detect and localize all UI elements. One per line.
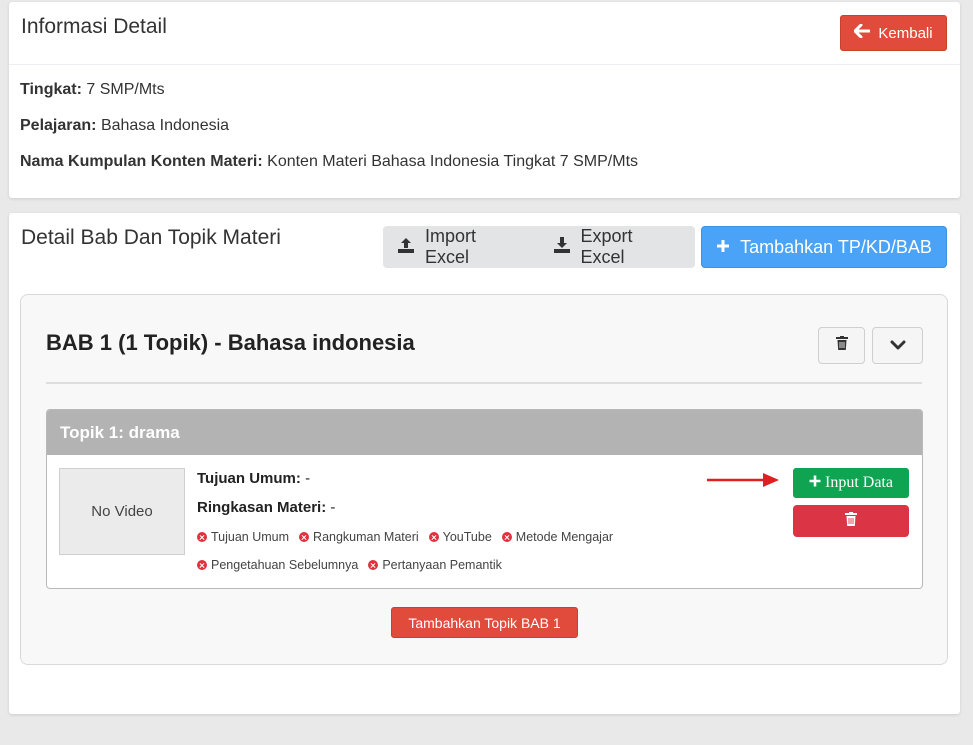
status-tag: Pertanyaan Pemantik — [368, 558, 502, 572]
arrow-left-icon — [853, 23, 871, 42]
status-tag: Pengetahuan Sebelumnya — [197, 558, 358, 572]
trash-icon — [835, 336, 848, 355]
bab-divider — [46, 382, 922, 384]
import-excel-label: Import Excel — [425, 226, 477, 267]
ringkasan-materi-value: - — [330, 499, 336, 516]
delete-bab-button[interactable] — [818, 327, 865, 364]
ringkasan-materi: Ringkasan Materi: - — [197, 499, 335, 516]
input-data-label: Input Data — [825, 474, 893, 491]
x-circle-icon — [197, 532, 207, 542]
info-card-title: Informasi Detail — [21, 15, 167, 38]
delete-topik-button[interactable] — [793, 505, 909, 537]
status-tag-label: Pertanyaan Pemantik — [382, 558, 502, 572]
status-tag: Metode Mengajar — [501, 530, 614, 544]
ringkasan-materi-label: Ringkasan Materi: — [197, 499, 327, 516]
back-button[interactable]: Kembali — [840, 15, 947, 51]
download-icon — [553, 236, 571, 259]
detail-card-title: Detail Bab Dan Topik Materi — [21, 226, 281, 249]
plus-icon — [809, 474, 821, 492]
chevron-down-icon — [890, 337, 906, 355]
info-tingkat: Tingkat: 7 SMP/Mts — [20, 81, 165, 99]
tujuan-umum-label: Tujuan Umum: — [197, 470, 301, 487]
status-tag-label: Tujuan Umum — [211, 530, 290, 544]
info-pelajaran: Pelajaran: Bahasa Indonesia — [20, 117, 229, 135]
status-tag-label: Metode Mengajar — [515, 530, 614, 544]
status-tag: YouTube — [428, 530, 492, 544]
add-topik-button[interactable]: Tambahkan Topik BAB 1 — [391, 607, 578, 638]
x-circle-icon — [428, 532, 439, 542]
bab-title: BAB 1 (1 Topik) - Bahasa indonesia — [46, 330, 415, 355]
collapse-bab-button[interactable] — [872, 327, 923, 364]
info-tingkat-label: Tingkat: — [20, 81, 82, 98]
tujuan-umum: Tujuan Umum: - — [197, 470, 310, 487]
status-tag: Tujuan Umum — [197, 530, 289, 544]
export-excel-button[interactable]: Export Excel — [539, 226, 696, 268]
tujuan-umum-value: - — [305, 470, 311, 487]
x-circle-icon — [368, 560, 379, 570]
status-tag-label: Pengetahuan Sebelumnya — [211, 558, 359, 572]
status-tag-label: YouTube — [442, 530, 492, 544]
input-data-button[interactable]: Input Data — [793, 468, 909, 498]
back-button-label: Kembali — [878, 24, 933, 42]
plus-icon — [716, 237, 730, 258]
bab-panel: BAB 1 (1 Topik) - Bahasa indonesia Topik… — [20, 294, 948, 665]
x-circle-icon — [197, 560, 207, 570]
x-circle-icon — [501, 532, 512, 542]
import-excel-button[interactable]: Import Excel — [383, 226, 539, 268]
info-tingkat-value: 7 SMP/Mts — [86, 81, 165, 98]
status-tag: Rangkuman Materi — [299, 530, 419, 544]
topik-card: Topik 1: drama No Video Tujuan Umum: - R… — [46, 409, 923, 589]
info-kumpulan-label: Nama Kumpulan Konten Materi: — [20, 153, 263, 170]
info-kumpulan-value: Konten Materi Bahasa Indonesia Tingkat 7… — [267, 153, 639, 170]
status-tags-row-1: Tujuan Umum Rangkuman Materi YouTube Met… — [197, 530, 613, 544]
status-tag-label: Rangkuman Materi — [313, 530, 419, 544]
add-tp-kd-bab-button[interactable]: Tambahkan TP/KD/BAB — [701, 226, 947, 268]
upload-icon — [397, 236, 415, 259]
red-arrow-icon — [707, 472, 781, 493]
topik-header: Topik 1: drama — [47, 410, 922, 455]
export-excel-label: Export Excel — [580, 226, 633, 267]
divider — [9, 64, 960, 65]
info-card: Informasi Detail Kembali Tingkat: 7 SMP/… — [9, 2, 960, 198]
detail-card: Detail Bab Dan Topik Materi Import Excel… — [9, 213, 960, 714]
info-pelajaran-label: Pelajaran: — [20, 117, 97, 134]
info-kumpulan: Nama Kumpulan Konten Materi: Konten Mate… — [20, 153, 638, 171]
x-circle-icon — [299, 532, 310, 542]
info-pelajaran-value: Bahasa Indonesia — [100, 117, 230, 134]
excel-button-group: Import Excel Export Excel — [383, 226, 695, 268]
status-tags-row-2: Pengetahuan Sebelumnya Pertanyaan Pemant… — [197, 558, 502, 572]
add-tp-kd-bab-label: Tambahkan TP/KD/BAB — [740, 236, 932, 257]
trash-icon — [845, 511, 857, 531]
video-placeholder: No Video — [59, 468, 185, 555]
